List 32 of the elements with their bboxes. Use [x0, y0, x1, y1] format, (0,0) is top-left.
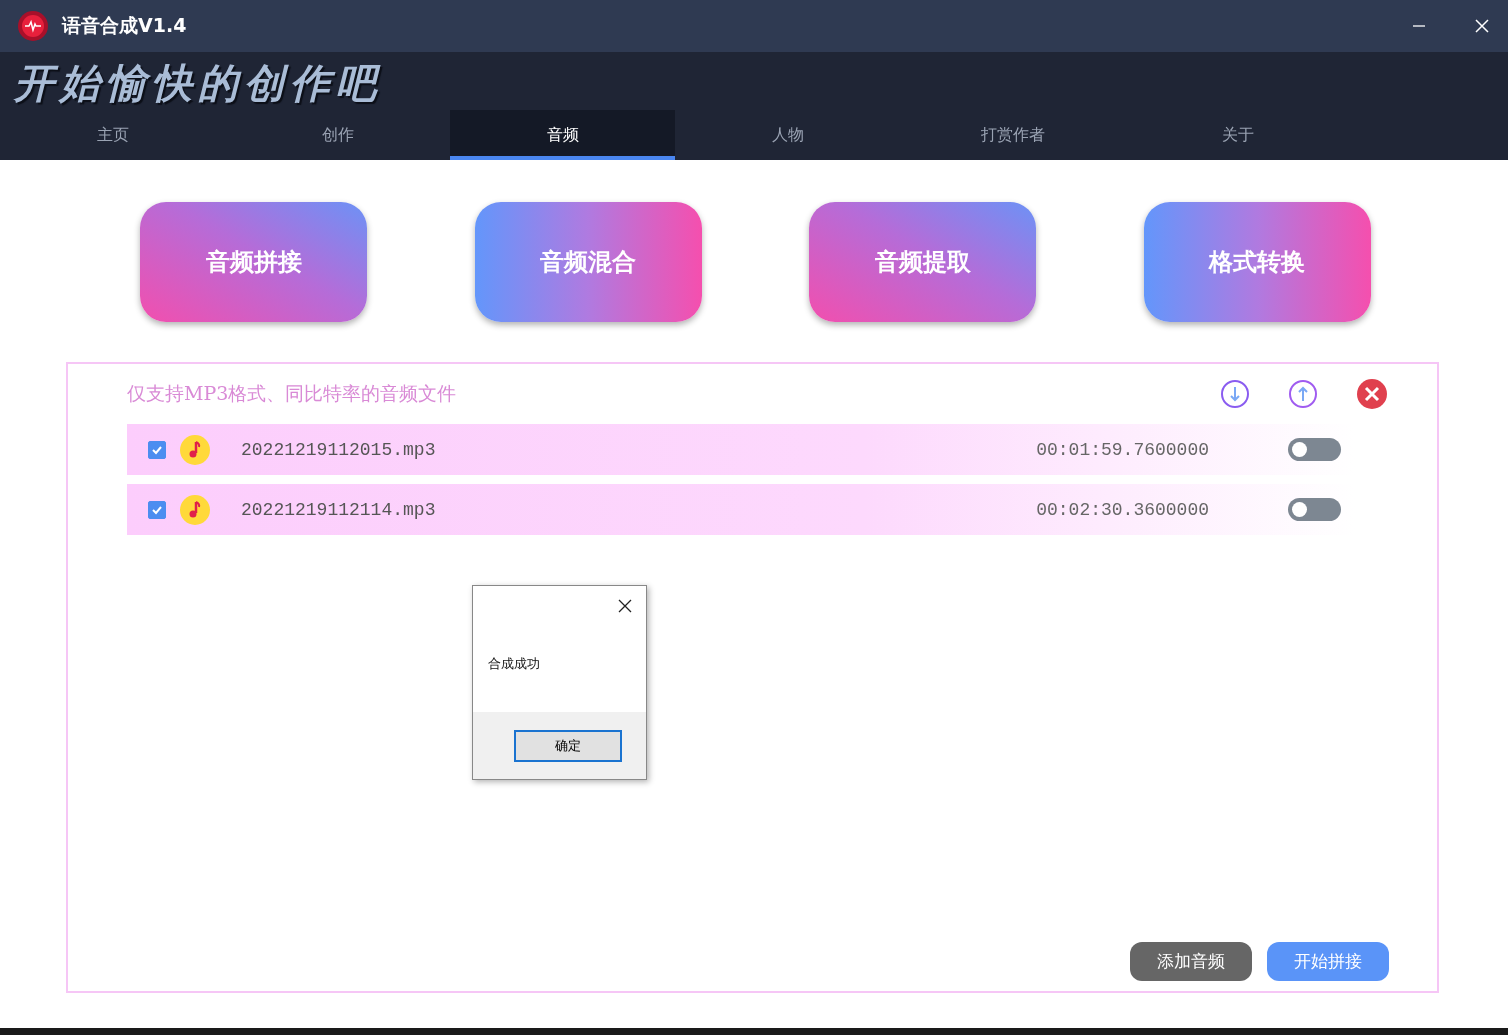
music-note-icon	[180, 434, 210, 465]
tool-button[interactable]: 音频混合	[474, 202, 702, 322]
music-note-icon	[180, 494, 210, 525]
move-down-icon[interactable]	[1220, 379, 1250, 409]
nav-tab[interactable]: 关于	[1125, 110, 1350, 160]
tool-button[interactable]: 音频拼接	[140, 202, 367, 322]
checkbox[interactable]	[148, 500, 166, 519]
hint-text: 仅支持MP3格式、同比特率的音频文件	[127, 381, 457, 406]
app-logo-icon	[17, 10, 49, 42]
nav-tab[interactable]: 主页	[0, 110, 225, 160]
nav-tab[interactable]: 创作	[225, 110, 450, 160]
tool-button[interactable]: 格式转换	[1143, 202, 1371, 322]
add-button[interactable]: 添加音频	[1130, 942, 1252, 981]
close-icon[interactable]	[618, 599, 632, 613]
nav-tab[interactable]: 打赏作者	[900, 110, 1125, 160]
nav-tab[interactable]: 人物	[675, 110, 900, 160]
dialog-message: 合成成功	[487, 655, 541, 673]
ok-button[interactable]: 确定	[514, 729, 622, 762]
nav-tab[interactable]: 音频	[450, 110, 675, 160]
file-name: 20221219112114.mp3	[241, 499, 436, 520]
move-up-icon[interactable]	[1288, 379, 1318, 409]
toggle-switch[interactable]	[1288, 498, 1341, 521]
file-duration: 00:02:30.3600000	[1036, 499, 1209, 520]
toggle-switch[interactable]	[1288, 438, 1341, 461]
remove-icon[interactable]	[1356, 378, 1388, 410]
file-duration: 00:01:59.7600000	[1036, 439, 1209, 460]
banner-text: 开始愉快的创作吧	[12, 58, 383, 108]
tool-button[interactable]: 音频提取	[809, 202, 1037, 322]
file-name: 20221219112015.mp3	[241, 439, 436, 460]
window-title: 语音合成V1.4	[62, 13, 187, 38]
checkbox[interactable]	[148, 440, 166, 459]
start-button[interactable]: 开始拼接	[1267, 942, 1389, 981]
